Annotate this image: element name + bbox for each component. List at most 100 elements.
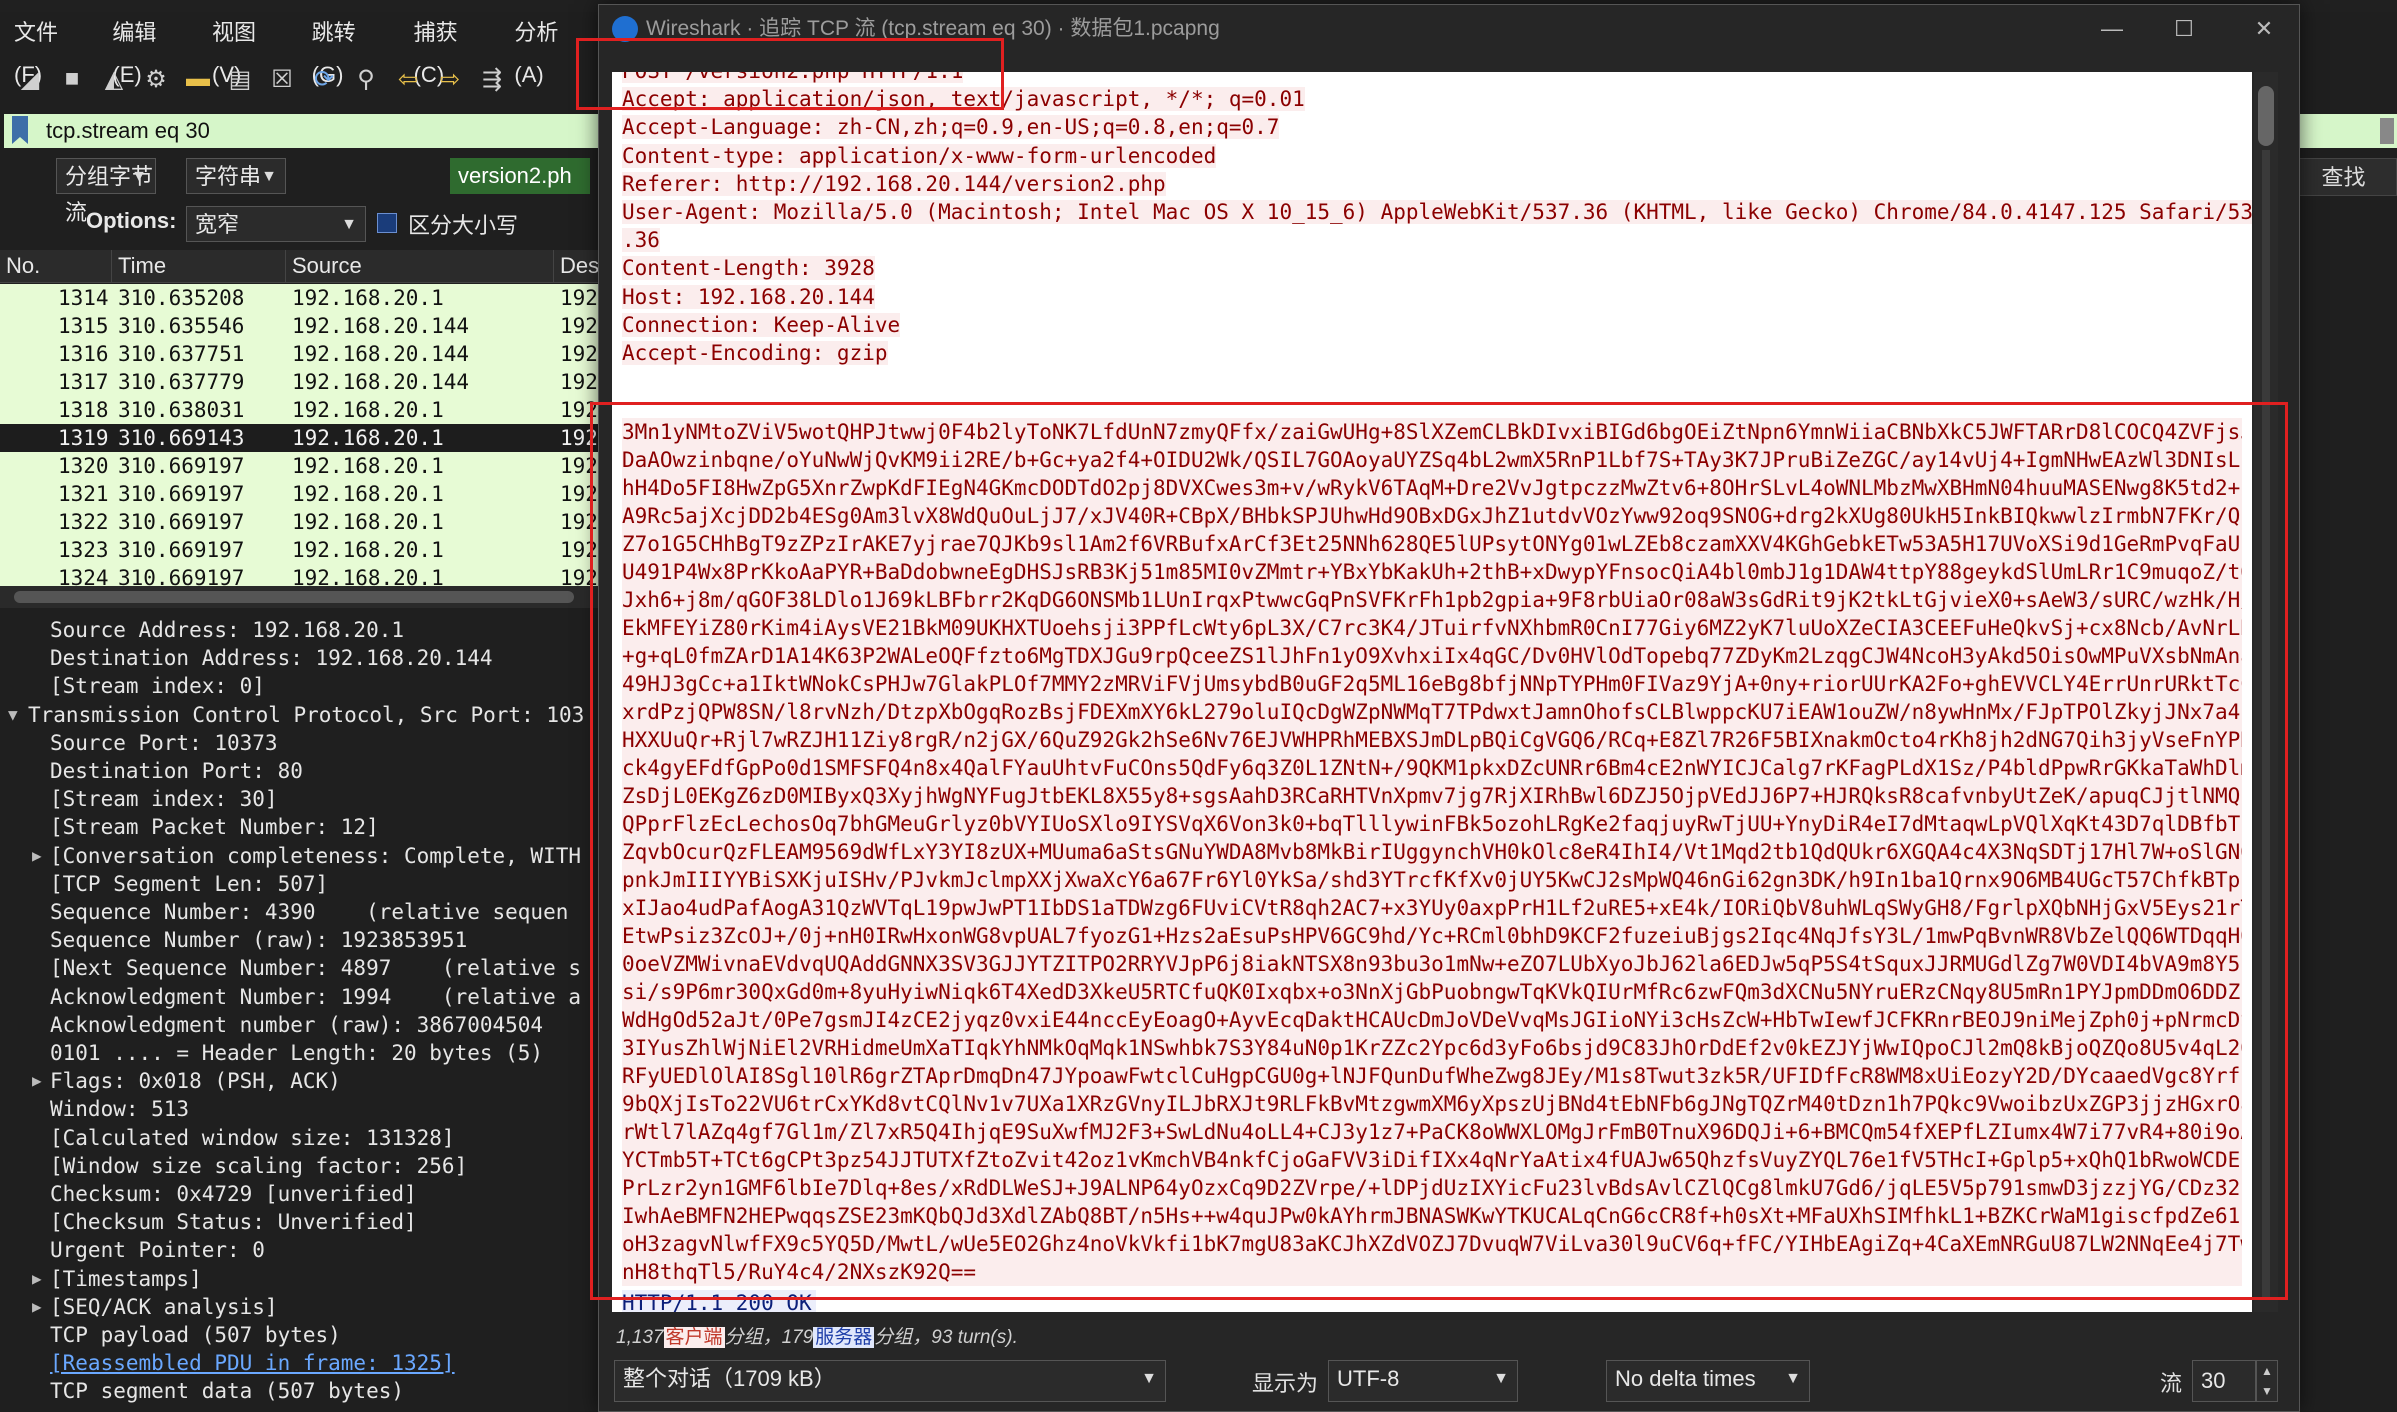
packet-row[interactable]: 1315 310.635546 192.168.20.144 192 xyxy=(0,312,600,340)
request-header-row: Accept-Language: zh-CN,zh;q=0.9,en-US;q=… xyxy=(622,114,1280,140)
detail-line[interactable]: [Stream index: 30] xyxy=(50,785,278,813)
detail-line[interactable]: [Calculated window size: 131328] xyxy=(50,1124,455,1152)
detail-line[interactable]: Destination Address: 192.168.20.144 xyxy=(50,644,493,672)
reassembled-pdu-link[interactable]: [Reassembled PDU in frame: 1325] xyxy=(50,1349,455,1377)
collapse-arrow-icon[interactable]: ▶ xyxy=(32,1071,42,1090)
packet-no: 1320 xyxy=(58,454,109,478)
packet-row[interactable]: 1314 310.635208 192.168.20.1 192 xyxy=(0,284,600,312)
stream-number-input[interactable]: 30 xyxy=(2192,1360,2256,1402)
stream-vscroll-thumb[interactable] xyxy=(2258,86,2274,146)
detail-line[interactable]: Acknowledgment Number: 1994 (relative a xyxy=(50,983,581,1011)
detail-line[interactable]: [Conversation completeness: Complete, WI… xyxy=(50,842,581,870)
packet-time: 310.669143 xyxy=(118,426,245,450)
packet-time: 310.635208 xyxy=(118,286,245,310)
save-file-icon[interactable]: ▤ xyxy=(224,63,256,95)
display-filter-input[interactable]: tcp.stream eq 30 xyxy=(46,114,210,148)
packet-row[interactable]: 1319 310.669143 192.168.20.1 192 xyxy=(0,424,600,452)
detail-line[interactable]: [Stream index: 0] xyxy=(50,672,265,700)
packet-row[interactable]: 1317 310.637779 192.168.20.144 192 xyxy=(0,368,600,396)
minimize-icon[interactable]: — xyxy=(2092,14,2132,44)
request-header-row: User-Agent: Mozilla/5.0 (Macintosh; Inte… xyxy=(622,199,2252,225)
packet-row[interactable]: 1320 310.669197 192.168.20.1 192 xyxy=(0,452,600,480)
stream-number-stepper[interactable]: ▲ ▼ xyxy=(2256,1360,2278,1402)
packet-no: 1314 xyxy=(58,286,109,310)
menu-capture[interactable]: 捕获(C) xyxy=(400,12,501,87)
column-header-source[interactable]: Source xyxy=(286,250,554,282)
packet-row[interactable]: 1316 310.637751 192.168.20.144 192 xyxy=(0,340,600,368)
packet-row[interactable]: 1318 310.638031 192.168.20.1 192 xyxy=(0,396,600,424)
expand-arrow-icon[interactable]: ▼ xyxy=(8,705,18,724)
collapse-arrow-icon[interactable]: ▶ xyxy=(32,846,42,865)
menu-view[interactable]: 视图(V) xyxy=(198,12,298,87)
go-to-packet-icon[interactable]: ⇶ xyxy=(476,63,508,95)
packet-no: 1324 xyxy=(58,566,109,586)
detail-line[interactable]: TCP payload (507 bytes) xyxy=(50,1321,341,1349)
restart-capture-icon[interactable]: ◭ xyxy=(98,63,130,95)
conversation-select[interactable]: 整个对话（1709 kB） ▼ xyxy=(614,1360,1166,1402)
packet-row[interactable]: 1324 310.669197 192.168.20.1 192 xyxy=(0,564,600,586)
detail-line[interactable]: Sequence Number: 4390 (relative sequen xyxy=(50,898,568,926)
client-label: 客户端 xyxy=(663,1327,725,1348)
detail-line[interactable]: Source Port: 10373 xyxy=(50,729,278,757)
detail-line[interactable]: Urgent Pointer: 0 xyxy=(50,1236,265,1264)
detail-line[interactable]: Sequence Number (raw): 1923853951 xyxy=(50,926,467,954)
filter-apply-icon[interactable] xyxy=(2380,118,2394,144)
packet-row[interactable]: 1321 310.669197 192.168.20.1 192 xyxy=(0,480,600,508)
detail-line[interactable]: TCP segment data (507 bytes) xyxy=(50,1377,404,1405)
detail-line[interactable]: Source Address: 192.168.20.1 xyxy=(50,616,404,644)
column-header-time[interactable]: Time xyxy=(112,250,286,282)
search-in-select[interactable]: 分组字节流 ▼ xyxy=(56,158,156,225)
encoding-select[interactable]: UTF-8 ▼ xyxy=(1328,1360,1518,1402)
detail-line[interactable]: [SEQ/ACK analysis] xyxy=(50,1293,278,1321)
detail-line[interactable]: Window: 513 xyxy=(50,1095,189,1123)
chevron-down-icon: ▼ xyxy=(261,168,277,185)
packet-source: 192.168.20.144 xyxy=(292,314,470,338)
packet-time: 310.669197 xyxy=(118,510,245,534)
packet-no: 1321 xyxy=(58,482,109,506)
packet-no: 1317 xyxy=(58,370,109,394)
detail-line[interactable]: [TCP Segment Len: 507] xyxy=(50,870,328,898)
maximize-icon[interactable]: ☐ xyxy=(2164,14,2204,44)
highlight-box-request-line xyxy=(576,38,1004,110)
start-capture-icon[interactable]: ◢ xyxy=(14,63,46,95)
chevron-down-icon: ▼ xyxy=(1785,1370,1801,1387)
detail-line[interactable]: Acknowledgment number (raw): 3867004504 xyxy=(50,1011,543,1039)
find-packet-icon[interactable]: ⚲ xyxy=(350,63,382,95)
go-forward-icon[interactable]: ⇨ xyxy=(434,63,466,95)
case-sensitive-checkbox[interactable] xyxy=(377,213,397,233)
detail-line[interactable]: [Stream Packet Number: 12] xyxy=(50,813,379,841)
go-back-icon[interactable]: ⇦ xyxy=(392,63,424,95)
detail-line[interactable]: Checksum: 0x4729 [unverified] xyxy=(50,1180,417,1208)
detail-line[interactable]: Destination Port: 80 xyxy=(50,757,303,785)
column-header-no[interactable]: No. xyxy=(0,250,112,282)
detail-line[interactable]: [Next Sequence Number: 4897 (relative s xyxy=(50,954,581,982)
reload-file-icon[interactable]: ⟳ xyxy=(308,63,340,95)
detail-line[interactable]: Transmission Control Protocol, Src Port:… xyxy=(28,701,584,729)
collapse-arrow-icon[interactable]: ▶ xyxy=(32,1297,42,1316)
menu-file[interactable]: 文件(F) xyxy=(0,12,98,87)
detail-line[interactable]: [Timestamps] xyxy=(50,1265,202,1293)
close-file-icon[interactable]: ☒ xyxy=(266,63,298,95)
close-icon[interactable]: ✕ xyxy=(2244,14,2284,44)
find-input[interactable]: version2.ph xyxy=(450,158,590,194)
packet-row[interactable]: 1322 310.669197 192.168.20.1 192 xyxy=(0,508,600,536)
menu-go[interactable]: 跳转(G) xyxy=(298,12,400,87)
collapse-arrow-icon[interactable]: ▶ xyxy=(32,1269,42,1288)
highlight-box-request-body xyxy=(590,402,2288,1300)
stop-capture-icon[interactable]: ■ xyxy=(56,63,88,95)
detail-line[interactable]: 0101 .... = Header Length: 20 bytes (5) xyxy=(50,1039,543,1067)
search-type-select[interactable]: 字符串 ▼ xyxy=(186,158,286,194)
charset-select[interactable]: 宽窄 ▼ xyxy=(186,206,366,242)
packet-row[interactable]: 1323 310.669197 192.168.20.1 192 xyxy=(0,536,600,564)
detail-line[interactable]: [Window size scaling factor: 256] xyxy=(50,1152,467,1180)
delta-times-select[interactable]: No delta times ▼ xyxy=(1606,1360,1810,1402)
capture-options-icon[interactable]: ⚙ xyxy=(140,63,172,95)
request-header-line: Referer: http://192.168.20.144/version2.… xyxy=(622,171,1166,196)
open-file-icon[interactable]: ▬ xyxy=(182,63,214,95)
packet-list-hscroll-thumb[interactable] xyxy=(14,591,574,603)
packet-no: 1318 xyxy=(58,398,109,422)
detail-line[interactable]: [Checksum Status: Unverified] xyxy=(50,1208,417,1236)
find-button[interactable]: 查找 xyxy=(2290,158,2397,196)
detail-line[interactable]: Flags: 0x018 (PSH, ACK) xyxy=(50,1067,341,1095)
menu-edit[interactable]: 编辑(E) xyxy=(98,12,198,87)
